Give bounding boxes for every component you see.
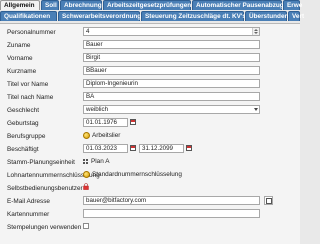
tab-allgemein[interactable]: Allgemein — [0, 0, 40, 10]
tab-ueberstunden[interactable]: Überstunden — [245, 11, 288, 21]
tab-bar: Allgemein Soll Abrechnung Arbeitszeitges… — [0, 0, 304, 24]
titel-nach-name-label: Titel nach Name — [7, 94, 54, 101]
tab-steuerung-zeitzuschlaege[interactable]: Steuerung Zeitzuschläge dt. KV's — [141, 11, 246, 21]
coin-icon — [83, 171, 90, 178]
lohnarten-link[interactable]: Standardnummernschlüsselung — [83, 170, 182, 179]
beschaeftigt-from-input[interactable]: 01.03.2023 — [83, 144, 128, 153]
berufsgruppe-value: Arbeitslier — [92, 132, 121, 139]
email-label: E-Mail Adresse — [7, 198, 50, 205]
row-kurzname: Kurzname BBauer — [0, 66, 300, 77]
selbstbedienung-label: Selbstbedienungsbenutzer — [7, 185, 83, 192]
berufsgruppe-label: Berufsgruppe — [7, 133, 46, 140]
tab-soll[interactable]: Soll — [41, 0, 59, 10]
vorname-label: Vorname — [7, 55, 33, 62]
row-personalnummer: Personalnummer 4 — [0, 27, 300, 38]
geschlecht-select[interactable]: weiblich — [83, 105, 260, 114]
row-zuname: Zuname Bauer — [0, 40, 300, 51]
kurzname-label: Kurzname — [7, 68, 37, 75]
titel-nach-name-input[interactable]: BA — [83, 92, 260, 101]
row-lohnartennummernschluesselung: Lohnartennummernschlüsselung Standardnum… — [0, 170, 300, 181]
zuname-value: Bauer — [86, 41, 103, 48]
geschlecht-value: weiblich — [86, 106, 109, 113]
zuname-label: Zuname — [7, 42, 31, 49]
coin-icon — [83, 132, 90, 139]
stamm-planungseinheit-link[interactable]: Plan A — [83, 157, 109, 166]
zuname-input[interactable]: Bauer — [83, 40, 260, 49]
geburtstag-input[interactable]: 01.01.1976 — [83, 118, 128, 127]
calendar-icon[interactable] — [130, 145, 136, 151]
tab-vert[interactable]: Vert — [288, 11, 304, 21]
row-stempelungen: Stempelungen verwenden — [0, 222, 300, 233]
geburtstag-label: Geburtstag — [7, 120, 39, 127]
vorname-value: Birgit — [86, 54, 101, 61]
lock-icon[interactable] — [83, 183, 89, 190]
beschaeftigt-from-value: 01.03.2023 — [86, 145, 117, 152]
row-titel-nach-name: Titel nach Name BA — [0, 92, 300, 103]
beschaeftigt-to-value: 31.12.2099 — [142, 145, 173, 152]
email-value: bauer@bitfactory.com — [86, 197, 147, 204]
kartennummer-label: Kartennummer — [7, 211, 50, 218]
tab-schwerarbeitsverordnung[interactable]: Schwerarbeitsverordnung — [58, 11, 141, 21]
row-titel-vor-name: Titel vor Name Diplom-Ingenieurin — [0, 79, 300, 90]
titel-vor-name-input[interactable]: Diplom-Ingenieurin — [83, 79, 260, 88]
tab-qualifikationen[interactable]: Qualifikationen — [0, 11, 57, 21]
row-berufsgruppe: Berufsgruppe Arbeitslier — [0, 131, 300, 142]
vorname-input[interactable]: Birgit — [83, 53, 260, 62]
grid-icon — [83, 158, 89, 165]
external-link-button[interactable] — [264, 196, 273, 205]
personalnummer-label: Personalnummer — [7, 29, 56, 36]
personalnummer-value: 4 — [86, 28, 90, 35]
row-selbstbedienungsbenutzer: Selbstbedienungsbenutzer — [0, 183, 300, 194]
external-link-icon — [265, 197, 272, 204]
email-input[interactable]: bauer@bitfactory.com — [83, 196, 260, 205]
titel-nach-name-value: BA — [86, 93, 95, 100]
beschaeftigt-to-input[interactable]: 31.12.2099 — [139, 144, 184, 153]
geburtstag-value: 01.01.1976 — [86, 119, 117, 126]
tab-automatischer-pausenabzug[interactable]: Automatischer Pausenabzug — [192, 0, 284, 10]
stamm-planungseinheit-label: Stamm-Planungseinheit — [7, 159, 75, 166]
form-panel: Personalnummer 4 Zuname Bauer Vorname Bi… — [0, 23, 300, 244]
calendar-icon[interactable] — [186, 145, 192, 151]
row-geschlecht: Geschlecht weiblich — [0, 105, 300, 116]
spinner-icon[interactable] — [252, 28, 259, 35]
row-email: E-Mail Adresse bauer@bitfactory.com — [0, 196, 300, 207]
row-stamm-planungseinheit: Stamm-Planungseinheit Plan A — [0, 157, 300, 168]
berufsgruppe-link[interactable]: Arbeitslier — [83, 131, 120, 140]
calendar-icon[interactable] — [130, 119, 136, 125]
row-geburtstag: Geburtstag 01.01.1976 — [0, 118, 300, 129]
row-kartennummer: Kartennummer — [0, 209, 300, 220]
stempelungen-label: Stempelungen verwenden — [7, 224, 82, 231]
beschaeftigt-label: Beschäftigt — [7, 146, 39, 153]
lohnarten-value: Standardnummernschlüsselung — [92, 171, 182, 178]
stamm-planungseinheit-value: Plan A — [91, 158, 110, 165]
kurzname-value: BBauer — [86, 67, 107, 74]
titel-vor-name-value: Diplom-Ingenieurin — [86, 80, 138, 87]
kartennummer-input[interactable] — [83, 209, 260, 218]
titel-vor-name-label: Titel vor Name — [7, 81, 49, 88]
personalnummer-input[interactable]: 4 — [83, 27, 260, 36]
kurzname-input[interactable]: BBauer — [83, 66, 260, 75]
row-beschaeftigt: Beschäftigt 01.03.2023 31.12.2099 — [0, 144, 300, 155]
geschlecht-label: Geschlecht — [7, 107, 39, 114]
tab-erwe[interactable]: Erwe — [283, 0, 302, 10]
stempelungen-checkbox[interactable] — [83, 223, 89, 229]
row-vorname: Vorname Birgit — [0, 53, 300, 64]
tab-abrechnung[interactable]: Abrechnung — [60, 0, 102, 10]
chevron-down-icon — [254, 108, 258, 111]
tab-arbeitszeitgesetzpruefungen[interactable]: Arbeitszeitgesetzprüfungen — [103, 0, 191, 10]
